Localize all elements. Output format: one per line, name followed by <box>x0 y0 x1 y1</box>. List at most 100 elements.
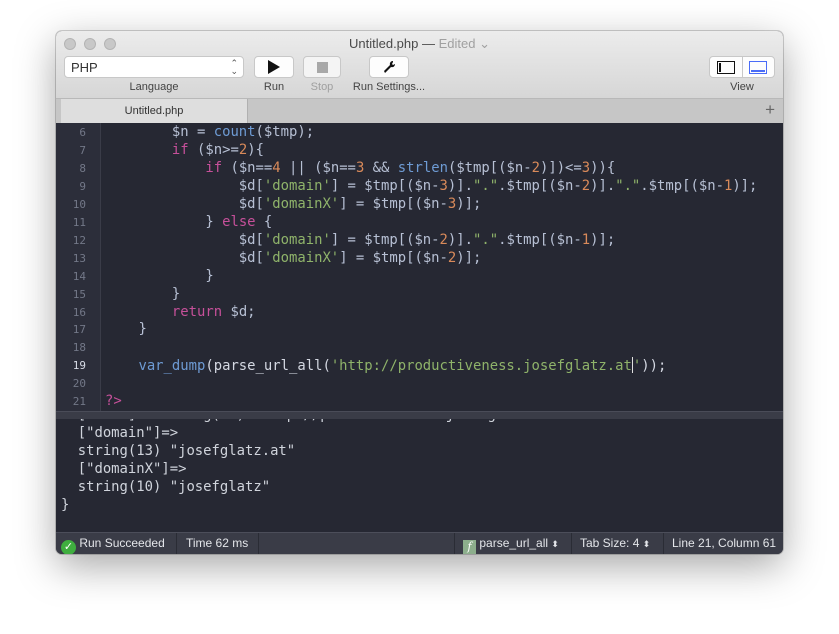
code-token: )]; <box>732 177 758 194</box>
tab-bar: Untitled.php + <box>56 98 783 123</box>
code-editor[interactable]: 6 7 8 9 10 11 12 13 14 15 16 17 18 19 20 21 $n = count(… <box>56 123 783 411</box>
code-line[interactable]: if ($n==4 || ($n== 3 && strlen($tmp[($n-2… <box>105 160 615 176</box>
stop-icon <box>316 61 328 73</box>
code-line[interactable]: $d['domain'] = $tmp[($n-2)].".".$tmp[($n… <box>105 232 615 248</box>
output-line: } <box>61 497 70 513</box>
tab-size-selector[interactable]: Tab Size: 4 ⬍ <box>572 533 664 554</box>
view-label: View <box>730 81 754 93</box>
updown-chevron-icon: ⬍ <box>551 539 559 549</box>
view-toggle-console[interactable] <box>743 57 775 77</box>
toolbar: Untitled.php — Edited ⌄ PHP ⌃ ⌄ Language R… <box>56 31 783 98</box>
code-token: 'http://productiveness.josefglatz.at <box>330 358 632 375</box>
view-toggle-sidebar[interactable] <box>710 57 743 77</box>
code-token: { <box>255 213 273 230</box>
code-line[interactable]: $n = count($tmp); <box>105 124 314 140</box>
title-separator: — <box>422 36 435 51</box>
code-token: 2 <box>531 159 540 176</box>
code-line[interactable]: return $d; <box>105 304 256 320</box>
app-window: Untitled.php — Edited ⌄ PHP ⌃ ⌄ Language R… <box>56 31 783 554</box>
status-bar: ✓ Run Succeeded Time 62 ms f parse_url_a… <box>56 532 783 554</box>
split-view-divider[interactable] <box>56 411 783 419</box>
code-token: ' <box>632 358 642 375</box>
code-token: || ($n== <box>280 159 356 176</box>
play-icon <box>268 60 280 74</box>
language-label: Language <box>129 81 179 93</box>
line-number: 16 <box>72 305 86 319</box>
stop-button[interactable] <box>303 56 341 78</box>
run-button[interactable] <box>254 56 294 78</box>
sidebar-layout-icon <box>716 60 735 74</box>
line-number: 21 <box>72 395 86 409</box>
function-name: parse_url_all <box>479 536 549 550</box>
code-line[interactable]: } <box>105 267 214 284</box>
updown-chevron-icon: ⌃ ⌄ <box>230 58 238 76</box>
code-line[interactable]: if ($n>=2){ <box>105 142 264 158</box>
code-token: .$tmp[($n- <box>498 231 582 248</box>
tab-untitled-php[interactable]: Untitled.php <box>61 99 248 123</box>
checkmark-icon: ✓ <box>61 540 76 554</box>
code-line[interactable]: } else { <box>105 214 272 230</box>
code-token: )]; <box>590 231 616 248</box>
code-token: 2 <box>581 177 591 194</box>
line-number: 18 <box>72 341 86 355</box>
code-token: ?> <box>105 393 122 410</box>
wrench-icon <box>384 60 396 73</box>
updown-chevron-icon: ⬍ <box>642 539 651 549</box>
output-line: ["url"]=> string(36) "http://productiven… <box>61 419 563 423</box>
code-token: )]. <box>447 231 473 248</box>
code-line[interactable]: $d['domain'] = $tmp[($n-3)].".".$tmp[($n… <box>105 177 758 194</box>
code-token: .$tmp[($n- <box>498 177 582 194</box>
line-number: 15 <box>72 287 86 301</box>
code-token: 2 <box>439 231 448 248</box>
line-number-gutter: 6 7 8 9 10 11 12 13 14 15 16 17 18 19 20 21 <box>56 123 101 411</box>
line-number: 14 <box>72 269 86 283</box>
code-token: ){ <box>247 141 264 158</box>
code-token: } <box>105 267 214 284</box>
output-line: ["domain"]=> <box>61 425 179 441</box>
output-line: string(13) "josefglatz.at" <box>61 443 296 459</box>
code-line[interactable]: } <box>105 321 146 337</box>
code-token: count <box>213 124 256 140</box>
code-line[interactable]: ?> <box>105 393 122 409</box>
view-segmented-control[interactable] <box>709 56 775 78</box>
code-token: 3 <box>439 177 448 194</box>
line-number: 11 <box>72 215 86 229</box>
code-token: } <box>105 285 181 302</box>
run-settings-button[interactable] <box>369 56 409 78</box>
code-token: 2 <box>238 141 248 158</box>
code-token: ($n== <box>222 159 273 176</box>
line-number: 6 <box>79 126 86 139</box>
line-number: 7 <box>79 143 86 157</box>
run-status: ✓ Run Succeeded <box>56 533 177 554</box>
code-token: return <box>171 303 223 320</box>
code-token: )]. <box>447 177 473 194</box>
line-number: 9 <box>79 179 86 193</box>
code-token: ($tmp); <box>255 124 315 140</box>
function-selector[interactable]: f parse_url_all ⬍ <box>454 533 572 554</box>
code-token: )]; <box>456 249 482 266</box>
run-settings-label: Run Settings... <box>352 81 426 93</box>
code-token: 'domainX' <box>263 249 340 266</box>
code-token: (parse_url_all( <box>205 358 331 375</box>
code-line[interactable]: var_dump(parse_url_all('http://productiv… <box>105 357 666 374</box>
line-number: 19 <box>72 359 86 373</box>
code-token: ] = $tmp[($n- <box>339 249 448 266</box>
line-number: 8 <box>79 161 86 175</box>
tab-size-text: Tab Size: 4 <box>580 536 640 550</box>
code-token: $d[ <box>105 249 264 266</box>
code-line[interactable]: $d['domainX'] = $tmp[($n-2)]; <box>105 249 482 266</box>
new-tab-plus-icon[interactable]: + <box>765 100 775 120</box>
code-line[interactable]: $d['domainX'] = $tmp[($n-3)]; <box>105 196 482 212</box>
window-title[interactable]: Untitled.php — Edited ⌄ <box>56 36 783 52</box>
code-token: )); <box>641 358 667 375</box>
code-line[interactable]: } <box>105 286 180 302</box>
code-token: .$tmp[($n- <box>640 177 724 194</box>
language-select[interactable]: PHP ⌃ ⌄ <box>64 56 244 78</box>
document-name: Untitled.php <box>348 36 419 51</box>
line-number: 13 <box>72 251 86 265</box>
function-icon: f <box>463 540 476 554</box>
code-token: ] = $tmp[($n- <box>330 231 440 248</box>
